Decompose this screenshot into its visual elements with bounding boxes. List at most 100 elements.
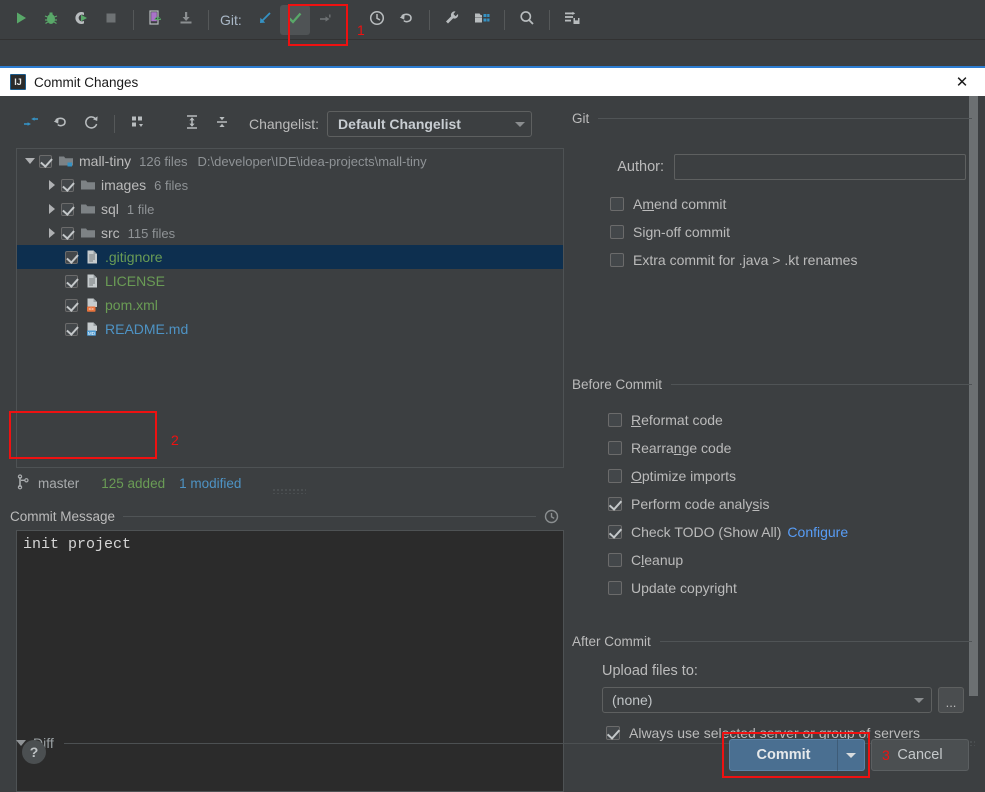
avd-manager-button[interactable]: [141, 5, 171, 35]
save-all-icon: [563, 9, 581, 32]
chevron-down-icon: [25, 158, 35, 164]
author-input[interactable]: [674, 154, 966, 180]
git-push-button[interactable]: [310, 5, 340, 35]
row-checkbox[interactable]: [65, 251, 78, 264]
settings-button[interactable]: [437, 5, 467, 35]
project-structure-icon: [473, 9, 491, 32]
perform-code-analysis-checkbox[interactable]: Perform code analysis: [608, 490, 978, 518]
refresh-button[interactable]: [76, 111, 106, 137]
expand-all-button[interactable]: [177, 111, 207, 137]
group-by-button[interactable]: [123, 111, 153, 137]
table-row[interactable]: src 115 files: [17, 221, 563, 245]
show-diff-button[interactable]: [16, 111, 46, 137]
tree-twisty-collapsed[interactable]: [43, 228, 61, 238]
svg-text:MD: MD: [88, 331, 96, 336]
row-checkbox[interactable]: [61, 227, 74, 240]
option-label: Optimize imports: [631, 468, 736, 484]
changes-toolbar: Changelist: Default Changelist: [0, 106, 572, 142]
git-toolbar-label: Git:: [216, 12, 250, 28]
cancel-button[interactable]: Cancel: [871, 739, 969, 771]
changelist-label: Changelist:: [249, 116, 319, 132]
search-everywhere-button[interactable]: [512, 5, 542, 35]
commit-message-history-button[interactable]: [536, 508, 566, 525]
save-all-button[interactable]: [557, 5, 587, 35]
revert-undo-icon: [52, 113, 70, 136]
git-update-project-button[interactable]: [250, 5, 280, 35]
changed-files-tree[interactable]: mall-tiny 126 files D:\developer\IDE\ide…: [16, 148, 564, 468]
table-row[interactable]: mall-tiny 126 files D:\developer\IDE\ide…: [17, 149, 563, 173]
git-commit-button[interactable]: [280, 5, 310, 35]
sdk-manager-button[interactable]: [171, 5, 201, 35]
dialog-titlebar: IJ Commit Changes ✕: [0, 68, 985, 96]
run-coverage-button[interactable]: [66, 5, 96, 35]
run-button[interactable]: [6, 5, 36, 35]
group-title: Git: [572, 111, 598, 126]
tree-twisty-collapsed[interactable]: [43, 204, 61, 214]
row-checkbox[interactable]: [65, 299, 78, 312]
configure-todo-link[interactable]: Configure: [787, 524, 848, 540]
tree-twisty-expanded[interactable]: [21, 158, 39, 164]
browse-servers-button[interactable]: ...: [938, 687, 964, 713]
checkbox-box: [608, 469, 622, 483]
upload-server-combobox[interactable]: (none): [602, 687, 932, 713]
refresh-icon: [82, 113, 100, 136]
commit-dropdown-button[interactable]: [837, 739, 865, 771]
chevron-down-icon: [846, 753, 856, 758]
option-label: Cleanup: [631, 552, 683, 568]
checkbox-box: [608, 553, 622, 567]
revert-button[interactable]: [46, 111, 76, 137]
close-icon[interactable]: ✕: [947, 72, 977, 92]
collapse-all-icon: [213, 113, 231, 136]
run-play-icon: [13, 10, 29, 31]
upload-files-label: Upload files to:: [602, 663, 982, 679]
amend-commit-checkbox[interactable]: Amend commit: [610, 190, 970, 218]
changes-toolbar-separator: [114, 115, 115, 133]
help-button[interactable]: ?: [22, 740, 46, 764]
optimize-imports-checkbox[interactable]: Optimize imports: [608, 462, 978, 490]
update-copyright-checkbox[interactable]: Update copyright: [608, 574, 978, 602]
table-row[interactable]: .gitignore: [17, 245, 563, 269]
rollback-undo-icon: [398, 9, 416, 32]
file-name: mall-tiny: [79, 153, 131, 169]
cleanup-checkbox[interactable]: Cleanup: [608, 546, 978, 574]
table-row[interactable]: MD README.md: [17, 317, 563, 341]
file-name: sql: [101, 201, 119, 217]
android-device-manager-icon: [147, 9, 165, 32]
stop-button[interactable]: [96, 5, 126, 35]
rearrange-code-checkbox[interactable]: Rearrange code: [608, 434, 978, 462]
collapse-all-button[interactable]: [207, 111, 237, 137]
table-row[interactable]: <> pom.xml: [17, 293, 563, 317]
changelist-combobox[interactable]: Default Changelist: [327, 111, 532, 137]
debug-button[interactable]: [36, 5, 66, 35]
git-rollback-button[interactable]: [392, 5, 422, 35]
toolbar-separator: [549, 10, 550, 30]
reformat-code-checkbox[interactable]: Reformat code: [608, 406, 978, 434]
tree-twisty-collapsed[interactable]: [43, 180, 61, 190]
branch-icon: [16, 474, 30, 493]
chevron-right-icon: [49, 204, 55, 214]
sdk-download-icon: [178, 10, 194, 31]
splitter-grip[interactable]: [272, 488, 306, 494]
toolbar-separator: [133, 10, 134, 30]
chevron-down-icon: [515, 122, 525, 127]
project-structure-button[interactable]: [467, 5, 497, 35]
table-row[interactable]: images 6 files: [17, 173, 563, 197]
row-checkbox[interactable]: [61, 203, 74, 216]
table-row[interactable]: LICENSE: [17, 269, 563, 293]
toolbar-separator: [504, 10, 505, 30]
file-name: src: [101, 225, 120, 241]
folder-icon: [80, 201, 96, 217]
row-checkbox[interactable]: [65, 275, 78, 288]
row-checkbox[interactable]: [39, 155, 52, 168]
git-history-button[interactable]: [362, 5, 392, 35]
commit-button[interactable]: Commit: [729, 739, 837, 771]
option-label: Check TODO (Show All): [631, 524, 781, 540]
row-checkbox[interactable]: [61, 179, 74, 192]
signoff-commit-checkbox[interactable]: Sign-off commit: [610, 218, 970, 246]
table-row[interactable]: sql 1 file: [17, 197, 563, 221]
row-checkbox[interactable]: [65, 323, 78, 336]
extra-commit-renames-checkbox[interactable]: Extra commit for .java > .kt renames: [610, 246, 970, 274]
check-todo-checkbox[interactable]: Check TODO (Show All) Configure: [608, 518, 978, 546]
checkbox-box: [610, 253, 624, 267]
option-label: Extra commit for .java > .kt renames: [633, 252, 857, 268]
